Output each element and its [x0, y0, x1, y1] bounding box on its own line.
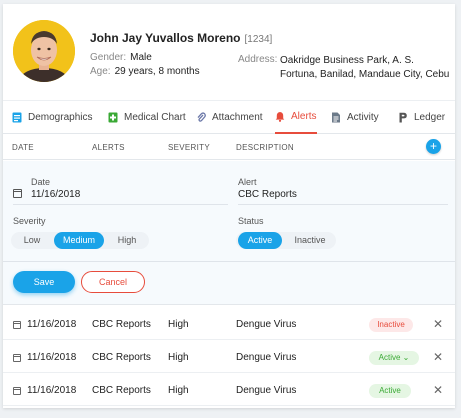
row-date: 11/16/2018	[27, 385, 77, 396]
medical-book-icon	[108, 112, 118, 123]
tab-attachment-label: Attachment	[212, 112, 263, 123]
add-alert-button[interactable]: +	[426, 139, 441, 154]
status-label: Status	[238, 216, 264, 226]
tab-activity-label: Activity	[347, 112, 379, 123]
alerts-table-header: DATE ALERTS SEVERITY DESCRIPTION	[3, 135, 455, 160]
date-input[interactable]: 11/16/2018	[31, 189, 80, 200]
status-badge[interactable]: Inactive	[369, 318, 413, 332]
calendar-icon	[13, 189, 22, 198]
calendar-icon	[13, 321, 21, 329]
age-value: 29 years, 8 months	[114, 66, 200, 77]
form-divider	[3, 261, 455, 262]
address-label: Address:	[238, 54, 278, 65]
delete-row-button[interactable]: ✕	[433, 318, 443, 330]
patient-header: John Jay Yuvallos Moreno [1234] Gender: Ma…	[3, 4, 455, 100]
tab-demographics-label: Demographics	[28, 112, 93, 123]
row-description: Dengue Virus	[236, 352, 297, 363]
tab-activity[interactable]: Activity	[331, 101, 379, 134]
row-alert: CBC Reports	[92, 352, 151, 363]
gender-label: Gender:	[90, 52, 127, 63]
patient-name-text: John Jay Yuvallos Moreno	[90, 31, 241, 45]
column-header-severity: SEVERITY	[168, 143, 210, 152]
row-description: Dengue Virus	[236, 319, 297, 330]
calendar-icon	[13, 387, 21, 395]
status-dropdown[interactable]: Active ⌄	[369, 351, 419, 365]
tab-alerts[interactable]: Alerts	[275, 101, 317, 134]
tab-ledger[interactable]: Ledger	[398, 101, 445, 134]
severity-label: Severity	[13, 216, 46, 226]
cancel-button[interactable]: Cancel	[81, 271, 145, 293]
row-date: 11/16/2018	[27, 319, 77, 330]
severity-high-option[interactable]: High	[107, 232, 147, 249]
status-inactive-option[interactable]: Inactive	[286, 232, 334, 249]
delete-row-button[interactable]: ✕	[433, 351, 443, 363]
bell-icon	[275, 111, 285, 122]
date-field-underline	[13, 204, 228, 205]
row-description: Dengue Virus	[236, 385, 297, 396]
alert-label: Alert	[238, 177, 257, 187]
gender-value: Male	[130, 52, 152, 63]
delete-row-button[interactable]: ✕	[433, 384, 443, 396]
table-row[interactable]: 11/16/2018 CBC Reports High Dengue Virus…	[3, 307, 455, 340]
row-severity: High	[168, 352, 189, 363]
patient-avatar	[13, 20, 75, 82]
calendar-icon	[13, 354, 21, 362]
tab-demographics[interactable]: Demographics	[12, 101, 92, 134]
status-active-option[interactable]: Active	[238, 232, 282, 249]
paperclip-icon	[196, 112, 206, 123]
table-row[interactable]: 11/16/2018 CBC Reports High Dengue Virus…	[3, 373, 455, 406]
tab-ledger-label: Ledger	[414, 112, 446, 123]
tab-bar: Demographics Medical Chart Attachment Al…	[3, 100, 455, 134]
column-header-date: DATE	[12, 143, 34, 152]
row-alert: CBC Reports	[92, 385, 151, 396]
patient-card: John Jay Yuvallos Moreno [1234] Gender: Ma…	[3, 4, 455, 408]
column-header-description: DESCRIPTION	[236, 143, 294, 152]
patient-name: John Jay Yuvallos Moreno [1234]	[90, 31, 272, 45]
gender-field: Gender: Male	[90, 52, 152, 63]
alert-field-underline	[238, 204, 448, 205]
tab-medical-chart-label: Medical Chart	[124, 112, 186, 123]
age-label: Age:	[90, 66, 111, 77]
alert-edit-form: Date 11/16/2018 Alert CBC Reports Severi…	[3, 161, 455, 305]
save-button[interactable]: Save	[13, 271, 75, 293]
document-icon	[331, 112, 341, 123]
row-date: 11/16/2018	[27, 352, 77, 363]
tab-attachment[interactable]: Attachment	[196, 101, 263, 134]
alert-input[interactable]: CBC Reports	[238, 189, 297, 200]
address-value: Oakridge Business Park, A. S. Fortuna, B…	[280, 55, 450, 80]
severity-medium-option[interactable]: Medium	[54, 232, 104, 249]
status-badge[interactable]: Active	[369, 384, 411, 398]
id-card-icon	[12, 112, 22, 123]
table-row[interactable]: 11/16/2018 CBC Reports High Dengue Virus…	[3, 340, 455, 373]
date-label: Date	[31, 177, 51, 187]
age-field: Age: 29 years, 8 months	[90, 66, 200, 77]
tab-medical-chart[interactable]: Medical Chart	[108, 101, 186, 134]
tab-alerts-label: Alerts	[291, 111, 317, 122]
row-alert: CBC Reports	[92, 319, 151, 330]
p-icon	[398, 112, 408, 123]
column-header-alerts: ALERTS	[92, 143, 125, 152]
row-severity: High	[168, 319, 189, 330]
row-severity: High	[168, 385, 189, 396]
patient-id: [1234]	[244, 34, 273, 45]
severity-low-option[interactable]: Low	[13, 232, 51, 249]
